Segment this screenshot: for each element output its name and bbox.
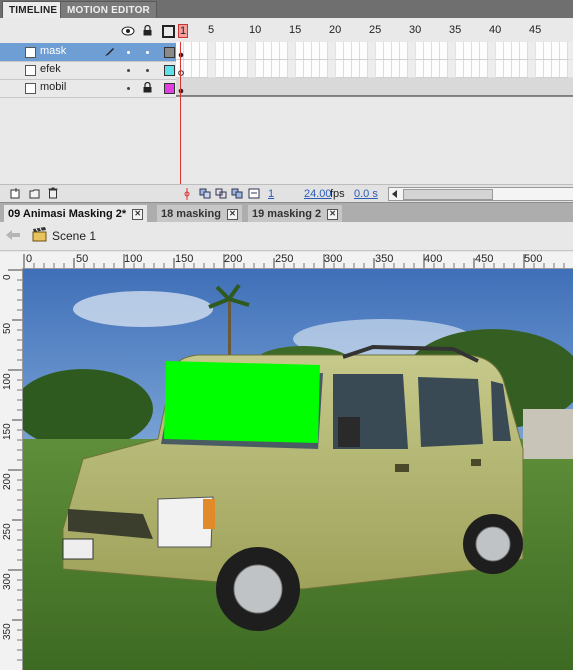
h-ruler-label: 50 <box>76 253 89 265</box>
horizontal-ruler: 0 50 100 150 200 250 300 350 400 450 500 <box>0 252 573 269</box>
stage-photo <box>23 269 573 670</box>
outline-icon[interactable] <box>162 25 175 38</box>
timeline-footer: 1 24.00 fps 0.0 s <box>0 184 573 203</box>
h-ruler-label: 400 <box>424 253 443 265</box>
lock-dot[interactable] <box>146 69 149 72</box>
current-frame[interactable]: 1 <box>268 188 274 200</box>
pencil-icon <box>105 48 114 56</box>
frame-grid[interactable] <box>176 42 573 98</box>
scene-bar: Scene 1 <box>0 222 573 251</box>
layer-header <box>0 22 176 40</box>
v-ruler-label: 250 <box>2 523 13 540</box>
scrollbar-thumb[interactable] <box>403 189 493 200</box>
h-ruler-label: 200 <box>224 253 243 265</box>
fps-unit: fps <box>330 188 345 200</box>
v-ruler-label: 150 <box>2 423 13 440</box>
frame-number: 25 <box>369 24 382 36</box>
layer-color-swatch[interactable] <box>164 83 175 94</box>
frame-number: 10 <box>249 24 262 36</box>
layer-color-swatch[interactable] <box>164 47 175 58</box>
document-tab-bar: 09 Animasi Masking 2* ✕ 18 masking ✕ 19 ma… <box>0 202 573 223</box>
doc-tab-19-masking-2[interactable]: 19 masking 2 ✕ <box>248 205 343 223</box>
onion-skin-icon[interactable] <box>199 188 211 199</box>
layer-row-efek[interactable]: efek <box>0 61 176 80</box>
h-ruler-label: 0 <box>26 253 33 265</box>
h-ruler-label: 150 <box>175 253 194 265</box>
onion-outline-icon[interactable] <box>215 188 227 199</box>
doc-tab-label: 19 masking 2 <box>252 208 322 220</box>
v-ruler-label: 100 <box>2 373 13 390</box>
layer-name-efek[interactable]: efek <box>40 63 61 75</box>
layer-name-mobil[interactable]: mobil <box>40 81 66 93</box>
layer-row-mask[interactable]: mask <box>0 43 176 62</box>
layer-icon <box>25 47 36 58</box>
edit-multiple-frames-icon[interactable] <box>231 188 243 199</box>
layer-list: mask efek mobil <box>0 43 176 98</box>
frame-number: 5 <box>208 24 215 36</box>
frame-number: 30 <box>409 24 422 36</box>
playhead[interactable] <box>180 98 181 186</box>
clapperboard-icon <box>32 227 47 242</box>
visibility-dot[interactable] <box>127 87 130 90</box>
close-icon[interactable]: ✕ <box>327 208 339 220</box>
vertical-ruler: 0 50 100 150 200 250 300 350 <box>0 268 23 670</box>
close-icon[interactable]: ✕ <box>226 208 238 220</box>
layer-row-mobil[interactable]: mobil <box>0 79 176 98</box>
frame-number: 1 <box>178 24 189 38</box>
back-arrow-icon[interactable] <box>6 230 20 240</box>
visibility-dot[interactable] <box>127 69 130 72</box>
frame-number: 45 <box>529 24 542 36</box>
h-ruler-label: 300 <box>324 253 343 265</box>
tab-motion-editor[interactable]: MOTION EDITOR <box>60 1 157 19</box>
h-ruler-label: 500 <box>524 253 543 265</box>
scene-label[interactable]: Scene 1 <box>52 229 96 243</box>
frame-number: 40 <box>489 24 502 36</box>
lock-icon[interactable] <box>143 25 152 36</box>
trash-icon[interactable] <box>48 187 58 199</box>
doc-tab-18-masking[interactable]: 18 masking ✕ <box>157 205 242 223</box>
doc-tab-09-animasi-masking[interactable]: 09 Animasi Masking 2* ✕ <box>4 205 148 223</box>
v-ruler-label: 0 <box>2 274 13 280</box>
h-ruler-label: 100 <box>124 253 143 265</box>
lock-dot[interactable] <box>146 51 149 54</box>
mask-rectangle[interactable] <box>164 360 320 444</box>
v-ruler-label: 50 <box>2 322 13 334</box>
close-icon[interactable]: ✕ <box>132 208 144 220</box>
frame-number: 20 <box>329 24 342 36</box>
modify-onion-markers-icon[interactable] <box>248 188 260 199</box>
doc-tab-label: 09 Animasi Masking 2* <box>8 208 127 220</box>
layer-icon <box>25 83 36 94</box>
doc-tab-label: 18 masking <box>161 208 221 220</box>
visibility-dot[interactable] <box>127 51 130 54</box>
layer-color-swatch[interactable] <box>164 65 175 76</box>
panel-tab-bar: TIMELINE MOTION EDITOR <box>0 0 573 19</box>
layer-name-mask[interactable]: mask <box>40 45 66 57</box>
h-ruler-label: 450 <box>475 253 494 265</box>
layer-icon <box>25 65 36 76</box>
fps-value[interactable]: 24.00 <box>304 188 332 200</box>
center-frame-icon[interactable] <box>183 188 191 200</box>
frame-number: 35 <box>449 24 462 36</box>
h-ruler-label: 250 <box>275 253 294 265</box>
elapsed-time[interactable]: 0.0 s <box>354 188 378 200</box>
stage-canvas[interactable] <box>23 269 573 670</box>
frame-ruler[interactable]: 1 5 10 15 20 25 30 35 40 45 <box>176 22 573 42</box>
v-ruler-label: 200 <box>2 473 13 490</box>
frame-number: 15 <box>289 24 302 36</box>
h-ruler-label: 350 <box>375 253 394 265</box>
new-folder-icon[interactable] <box>29 188 41 199</box>
tab-timeline[interactable]: TIMELINE <box>2 1 65 19</box>
scroll-left-icon[interactable] <box>392 190 398 198</box>
eye-icon[interactable] <box>121 26 135 36</box>
v-ruler-label: 300 <box>2 573 13 590</box>
timeline-scrollbar[interactable] <box>388 187 573 201</box>
new-layer-icon[interactable] <box>10 188 21 199</box>
lock-icon[interactable] <box>143 82 152 93</box>
v-ruler-label: 350 <box>2 623 13 640</box>
